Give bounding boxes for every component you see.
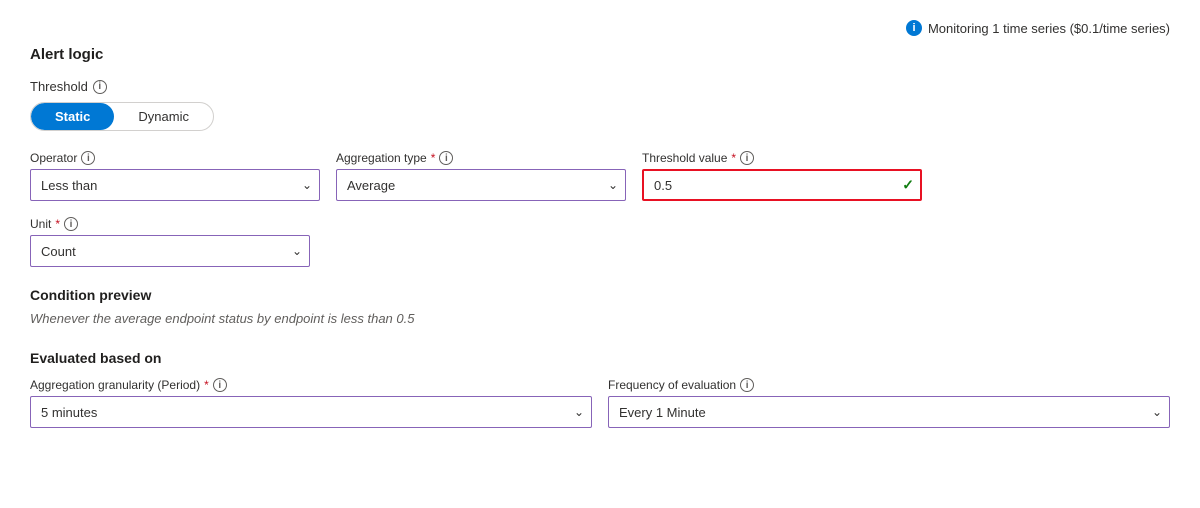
frequency-evaluation-select-wrapper: Every 1 Minute Every 5 Minutes Every 15 …: [608, 396, 1170, 428]
threshold-value-input[interactable]: [642, 169, 922, 201]
unit-label-row: Unit * i: [30, 217, 310, 231]
frequency-evaluation-label: Frequency of evaluation: [608, 378, 736, 392]
aggregation-granularity-group: Aggregation granularity (Period) * i 1 m…: [30, 378, 592, 428]
evaluated-based-on-title: Evaluated based on: [30, 350, 1170, 366]
monitoring-info: i Monitoring 1 time series ($0.1/time se…: [30, 20, 1170, 36]
threshold-value-label-row: Threshold value * i: [642, 151, 922, 165]
frequency-evaluation-group: Frequency of evaluation i Every 1 Minute…: [608, 378, 1170, 428]
aggregation-granularity-label: Aggregation granularity (Period): [30, 378, 200, 392]
threshold-value-wrapper: ✓: [642, 169, 922, 201]
aggregation-granularity-label-row: Aggregation granularity (Period) * i: [30, 378, 592, 392]
threshold-dynamic-btn[interactable]: Dynamic: [114, 103, 213, 130]
threshold-label: Threshold: [30, 79, 88, 94]
condition-preview-text: Whenever the average endpoint status by …: [30, 311, 1170, 326]
aggregation-label: Aggregation type: [336, 151, 427, 165]
alert-form-row: Operator i Less than Greater than Equal …: [30, 151, 1170, 267]
threshold-toggle-group: Static Dynamic: [30, 102, 214, 131]
aggregation-granularity-info-icon[interactable]: i: [213, 378, 227, 392]
info-icon-blue: i: [906, 20, 922, 36]
threshold-info-icon[interactable]: i: [93, 80, 107, 94]
operator-label-row: Operator i: [30, 151, 320, 165]
threshold-label-row: Threshold i: [30, 79, 1170, 94]
threshold-value-required-star: *: [731, 151, 736, 165]
threshold-value-group: Threshold value * i ✓: [642, 151, 922, 201]
operator-info-icon[interactable]: i: [81, 151, 95, 165]
aggregation-granularity-required-star: *: [204, 378, 209, 392]
frequency-evaluation-select[interactable]: Every 1 Minute Every 5 Minutes Every 15 …: [608, 396, 1170, 428]
alert-logic-title: Alert logic: [30, 46, 1170, 63]
threshold-value-label: Threshold value: [642, 151, 727, 165]
aggregation-granularity-select[interactable]: 1 minute 5 minutes 15 minutes 30 minutes…: [30, 396, 592, 428]
condition-preview-title: Condition preview: [30, 287, 1170, 303]
frequency-evaluation-label-row: Frequency of evaluation i: [608, 378, 1170, 392]
frequency-evaluation-info-icon[interactable]: i: [740, 378, 754, 392]
unit-label: Unit: [30, 217, 51, 231]
operator-label: Operator: [30, 151, 77, 165]
threshold-static-btn[interactable]: Static: [31, 103, 114, 130]
operator-select-wrapper: Less than Greater than Equal to Not equa…: [30, 169, 320, 201]
evaluated-form-row: Aggregation granularity (Period) * i 1 m…: [30, 378, 1170, 428]
aggregation-required-star: *: [431, 151, 436, 165]
unit-select-wrapper: Count Percent Bytes Milliseconds ⌄: [30, 235, 310, 267]
aggregation-granularity-select-wrapper: 1 minute 5 minutes 15 minutes 30 minutes…: [30, 396, 592, 428]
unit-required-star: *: [55, 217, 60, 231]
aggregation-select[interactable]: Average Count Maximum Minimum Total: [336, 169, 626, 201]
unit-group: Unit * i Count Percent Bytes Millisecond…: [30, 217, 310, 267]
threshold-checkmark-icon: ✓: [902, 177, 914, 194]
unit-select[interactable]: Count Percent Bytes Milliseconds: [30, 235, 310, 267]
operator-group: Operator i Less than Greater than Equal …: [30, 151, 320, 201]
operator-select[interactable]: Less than Greater than Equal to Not equa…: [30, 169, 320, 201]
monitoring-info-text: Monitoring 1 time series ($0.1/time seri…: [928, 21, 1170, 36]
aggregation-label-row: Aggregation type * i: [336, 151, 626, 165]
threshold-value-info-icon[interactable]: i: [740, 151, 754, 165]
unit-info-icon[interactable]: i: [64, 217, 78, 231]
aggregation-select-wrapper: Average Count Maximum Minimum Total ⌄: [336, 169, 626, 201]
aggregation-type-group: Aggregation type * i Average Count Maxim…: [336, 151, 626, 201]
aggregation-info-icon[interactable]: i: [439, 151, 453, 165]
